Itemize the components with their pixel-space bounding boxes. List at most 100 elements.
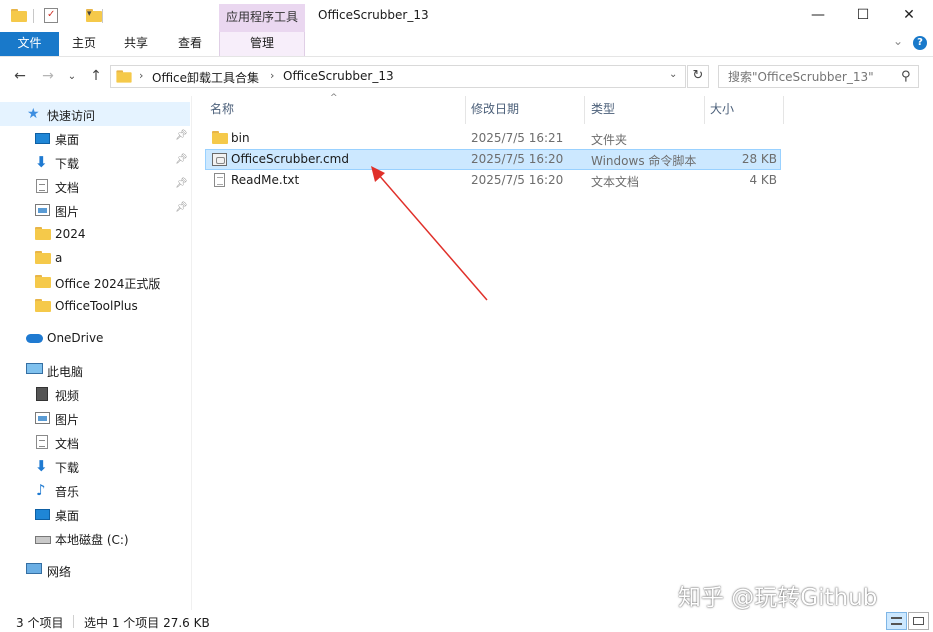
tab-home[interactable]: 主页 (72, 32, 96, 56)
folder-icon (116, 70, 132, 83)
nav-label: 2024 (55, 227, 86, 241)
folder-icon (35, 227, 51, 241)
large-icons-view-button[interactable] (908, 612, 929, 630)
file-size: 28 KB (741, 152, 777, 166)
column-divider[interactable] (584, 96, 585, 124)
cmd-file-icon (212, 153, 227, 166)
column-header-size[interactable]: 大小 (710, 100, 734, 117)
file-date: 2025/7/5 16:20 (471, 173, 564, 187)
pin-icon[interactable]: 📌︎ (175, 154, 188, 165)
details-view-button[interactable] (886, 612, 907, 630)
nav-label: 文档 (55, 181, 80, 195)
column-divider[interactable] (465, 96, 466, 124)
navigation-bar: ← → ⌄ ↑ › Office卸载工具合集 › OfficeScrubber_… (0, 56, 933, 96)
tab-share[interactable]: 共享 (124, 32, 148, 56)
breadcrumb-separator: › (139, 69, 144, 82)
drive-icon (35, 536, 51, 544)
nav-label: 桌面 (55, 509, 80, 523)
breadcrumb-office-uninstall-tools[interactable]: Office卸载工具合集 (152, 69, 259, 86)
pin-icon[interactable]: 📌︎ (175, 178, 188, 189)
computer-icon (26, 363, 43, 374)
desktop-icon (35, 133, 50, 144)
address-box[interactable]: › Office卸载工具合集 › OfficeScrubber_13 ⌄ (110, 65, 686, 88)
customize-qat-icon[interactable]: ▾ (87, 9, 101, 25)
help-icon[interactable]: ? (913, 36, 927, 50)
column-header-date[interactable]: 修改日期 (471, 100, 519, 117)
navigation-pane: ★ 快速访问 桌面 📌︎ ⬇︎ 下载 📌︎ 文档 📌︎ 图片 📌︎ 2024 a… (0, 96, 192, 610)
nav-item-officetoolplus[interactable]: OfficeToolPlus (0, 294, 190, 318)
cloud-icon (26, 334, 43, 343)
search-icon[interactable]: ⚲ (901, 69, 911, 84)
properties-icon[interactable]: ✓ (44, 8, 58, 23)
search-box: ⚲ (718, 65, 919, 88)
nav-item-pc-desktop[interactable]: 桌面 (0, 502, 190, 526)
column-divider[interactable] (783, 96, 784, 124)
nav-item-2024[interactable]: 2024 (0, 222, 190, 246)
nav-item-pc-downloads[interactable]: ⬇︎ 下载 (0, 454, 190, 478)
text-file-icon (214, 173, 225, 187)
column-header-name[interactable]: 名称 (210, 100, 234, 117)
file-name: bin (231, 131, 250, 145)
star-icon: ★ (27, 106, 40, 122)
nav-label: OfficeToolPlus (55, 299, 138, 313)
nav-label: 桌面 (55, 133, 80, 147)
nav-item-music[interactable]: ♪ 音乐 (0, 478, 190, 502)
folder-icon[interactable] (11, 9, 27, 22)
file-row-officescrubber-cmd[interactable]: OfficeScrubber.cmd 2025/7/5 16:20 Window… (205, 149, 781, 170)
close-button[interactable]: ✕ (886, 0, 932, 30)
video-icon (36, 387, 48, 401)
nav-item-local-disk-c[interactable]: 本地磁盘 (C:) (0, 526, 190, 550)
watermark: 知乎 @玩转Github (678, 585, 878, 611)
column-header-type[interactable]: 类型 (591, 100, 615, 117)
sort-ascending-icon: ^ (330, 93, 338, 103)
file-type: Windows 命令脚本 (591, 154, 697, 168)
file-type: 文件夹 (591, 133, 628, 147)
nav-label: 视频 (55, 389, 80, 403)
forward-button[interactable]: → (38, 67, 58, 87)
pin-icon[interactable]: 📌︎ (175, 130, 188, 141)
nav-item-desktop[interactable]: 桌面 📌︎ (0, 126, 190, 150)
column-divider[interactable] (704, 96, 705, 124)
breadcrumb-officescrubber[interactable]: OfficeScrubber_13 (283, 69, 394, 83)
nav-item-videos[interactable]: 视频 (0, 382, 190, 406)
up-button[interactable]: ↑ (86, 67, 106, 87)
file-row-readme-txt[interactable]: ReadMe.txt 2025/7/5 16:20 文本文档 4 KB (205, 170, 781, 191)
qat-divider (102, 9, 103, 23)
music-icon: ♪ (36, 481, 46, 499)
nav-label: 此电脑 (47, 365, 84, 379)
tab-manage[interactable]: 管理 (219, 32, 305, 56)
nav-item-pictures[interactable]: 图片 📌︎ (0, 198, 190, 222)
nav-item-office-2024[interactable]: Office 2024正式版 (0, 270, 190, 294)
file-row-bin[interactable]: bin 2025/7/5 16:21 文件夹 (205, 128, 781, 149)
nav-item-documents[interactable]: 文档 📌︎ (0, 174, 190, 198)
maximize-button[interactable]: ☐ (840, 0, 886, 30)
nav-item-pc-pictures[interactable]: 图片 (0, 406, 190, 430)
contextual-tab-app-tools: 应用程序工具 (219, 4, 305, 32)
minimize-button[interactable]: — (795, 0, 841, 30)
expand-ribbon-icon[interactable]: ⌄ (893, 34, 903, 48)
pictures-icon (35, 204, 50, 216)
status-bar: 3 个项目 选中 1 个项目 27.6 KB (0, 610, 933, 632)
nav-item-pc-documents[interactable]: 文档 (0, 430, 190, 454)
tab-file[interactable]: 文件 (0, 32, 59, 56)
download-icon: ⬇︎ (35, 457, 48, 475)
nav-onedrive[interactable]: OneDrive (0, 326, 190, 350)
back-button[interactable]: ← (10, 67, 30, 87)
nav-this-pc[interactable]: 此电脑 (0, 358, 190, 382)
file-type: 文本文档 (591, 175, 640, 189)
window-title: OfficeScrubber_13 (318, 8, 429, 22)
nav-label: 音乐 (55, 485, 80, 499)
pin-icon[interactable]: 📌︎ (175, 202, 188, 213)
nav-quick-access[interactable]: ★ 快速访问 (0, 102, 190, 126)
status-item-count: 3 个项目 (16, 616, 64, 630)
nav-item-downloads[interactable]: ⬇︎ 下载 📌︎ (0, 150, 190, 174)
search-input[interactable] (728, 70, 898, 84)
recent-locations-button[interactable]: ⌄ (62, 68, 82, 88)
refresh-button[interactable]: ↻ (687, 65, 709, 88)
nav-network[interactable]: 网络 (0, 558, 190, 582)
nav-item-a[interactable]: a (0, 246, 190, 270)
nav-label: 图片 (55, 205, 80, 219)
address-dropdown-icon[interactable]: ⌄ (669, 69, 677, 80)
nav-label: OneDrive (47, 331, 104, 345)
tab-view[interactable]: 查看 (178, 32, 202, 56)
